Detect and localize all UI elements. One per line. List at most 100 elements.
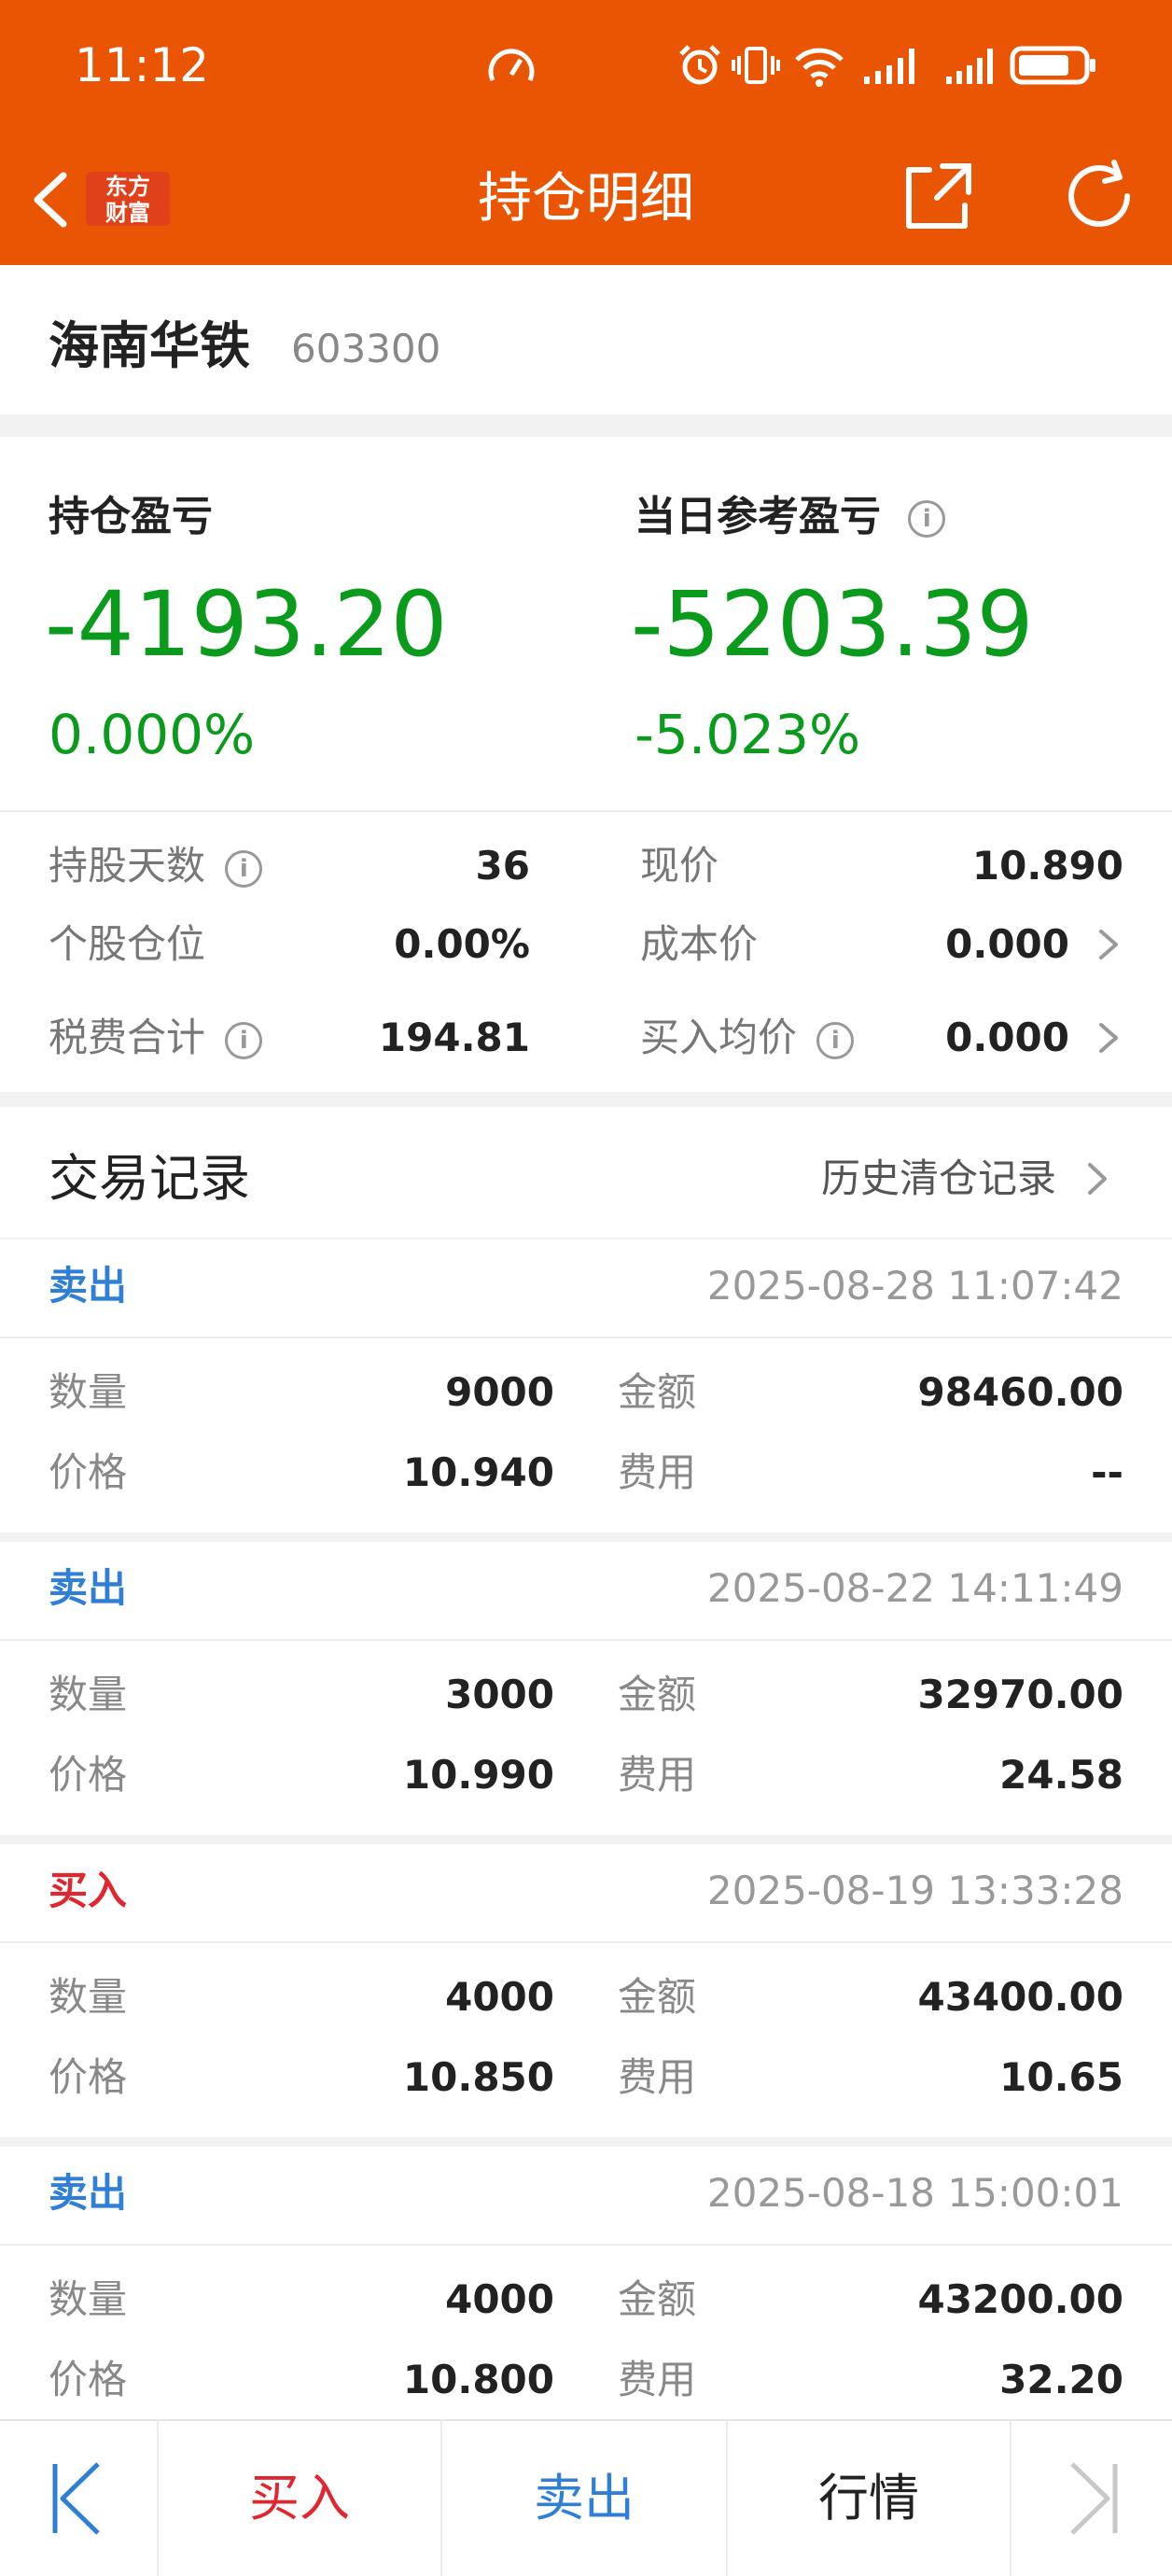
trade-type: 卖出 (49, 1263, 128, 1309)
qty-value: 4000 (445, 2276, 554, 2322)
amount-value: 43400.00 (917, 1974, 1123, 2020)
position-pnl-value: -4193.20 (45, 572, 448, 677)
price-label: 价格 (49, 1449, 128, 1495)
avg-buy-price-label[interactable]: 买入均价 i (640, 1010, 855, 1066)
divider (0, 1639, 1172, 1641)
amount-label: 金额 (618, 1672, 697, 1717)
first-prev-icon (52, 2462, 100, 2535)
divider (0, 810, 1172, 812)
avg-buy-price-value[interactable]: 0.000 (945, 1010, 1069, 1066)
cost-price-value[interactable]: 0.000 (945, 917, 1069, 973)
history-link[interactable]: 历史清仓记录 (821, 1146, 1116, 1211)
qty-label: 数量 (49, 1369, 128, 1415)
amount-value: 32970.00 (917, 1672, 1123, 1717)
trade-time: 2025-08-18 15:00:01 (706, 2170, 1123, 2216)
amount-label: 金额 (618, 1974, 697, 2020)
info-icon[interactable]: i (908, 500, 946, 538)
trade-record[interactable]: 卖出 2025-08-28 11:07:42 数量 9000 金额 98460.00 价格 1… (0, 1239, 1172, 1533)
avg-buy-price-label-text: 买入均价 (640, 1015, 798, 1060)
nav-bar: 东方 财富 持仓明细 (0, 131, 1172, 265)
share-icon[interactable] (896, 155, 980, 239)
trade-record[interactable]: 买入 2025-08-19 13:33:28 数量 4000 金额 43400.00 价格 1… (0, 1844, 1172, 2137)
amount-value: 98460.00 (917, 1369, 1123, 1415)
info-icon[interactable]: i (816, 1021, 855, 1059)
info-icon[interactable]: i (225, 849, 263, 888)
qty-label: 数量 (49, 1672, 128, 1717)
cost-price-label[interactable]: 成本价 (640, 917, 758, 973)
fees-total-label-text: 税费合计 (49, 1015, 206, 1060)
trade-time: 2025-08-28 11:07:42 (706, 1263, 1123, 1309)
chevron-right-icon[interactable] (1090, 917, 1127, 973)
records-title: 交易记录 (49, 1149, 250, 1208)
position-ratio-value: 0.00% (394, 921, 530, 967)
trade-record[interactable]: 卖出 2025-08-22 14:11:49 数量 3000 金额 32970.00 价格 1… (0, 1542, 1172, 1835)
chevron-right-icon[interactable] (1090, 1010, 1127, 1066)
qty-label: 数量 (49, 1974, 128, 2020)
speed-icon (488, 49, 535, 82)
pnl-section: 持仓盈亏 当日参考盈亏 i -4193.20 -5203.39 0.000% -… (0, 437, 1172, 1092)
trade-time: 2025-08-19 13:33:28 (706, 1868, 1123, 1913)
daily-pnl-label: 当日参考盈亏 i (635, 489, 946, 545)
price-value: 10.800 (402, 2357, 554, 2402)
fee-value: 32.20 (999, 2357, 1123, 2402)
fees-total-value: 194.81 (378, 1015, 530, 1060)
trade-type: 买入 (49, 1868, 128, 1913)
sell-button[interactable]: 卖出 (442, 2421, 726, 2576)
bottom-bar: 买入 卖出 行情 (0, 2419, 1172, 2576)
buy-button[interactable]: 买入 (159, 2421, 440, 2576)
signal-icon-2 (946, 49, 993, 84)
stock-header: 海南华铁 603300 (0, 265, 1172, 414)
price-value: 10.990 (402, 1752, 554, 1798)
price-value: 10.940 (402, 1449, 554, 1495)
qty-value: 4000 (445, 1974, 554, 2020)
daily-pnl-pct: -5.023% (635, 703, 861, 766)
trade-type: 卖出 (49, 2170, 128, 2216)
next-last-icon (1070, 2462, 1118, 2535)
divider (0, 1337, 1172, 1338)
page-title: 持仓明细 (477, 166, 694, 230)
amount-label: 金额 (618, 1369, 697, 1415)
divider (0, 2244, 1172, 2246)
qty-value: 9000 (445, 1369, 554, 1415)
info-icon[interactable]: i (225, 1021, 263, 1059)
fee-label: 费用 (618, 2054, 697, 2100)
hold-days-label-text: 持股天数 (49, 843, 206, 889)
amount-label: 金额 (618, 2276, 697, 2322)
history-link-label: 历史清仓记录 (820, 1155, 1056, 1201)
stock-name: 海南华铁 (49, 316, 250, 375)
qty-value: 3000 (445, 1672, 554, 1717)
fees-total-label: 税费合计 i (49, 1010, 263, 1066)
records-header: 交易记录 历史清仓记录 (0, 1107, 1172, 1238)
vibrate-icon (732, 47, 780, 84)
price-label: 价格 (49, 2357, 128, 2402)
market-button[interactable]: 行情 (728, 2421, 1010, 2576)
prev-stock-button[interactable] (0, 2421, 157, 2576)
status-bar: 11:12 (0, 0, 1172, 131)
trade-type: 卖出 (49, 1565, 128, 1611)
price-value: 10.850 (402, 2054, 554, 2100)
trade-record[interactable]: 卖出 2025-08-18 15:00:01 数量 4000 金额 43200.00 价格 1… (0, 2147, 1172, 2419)
fee-value: 24.58 (999, 1752, 1123, 1798)
divider (0, 1941, 1172, 1943)
signal-icon (864, 49, 914, 84)
stock-code: 603300 (291, 326, 441, 371)
alarm-icon (679, 45, 720, 85)
daily-pnl-label-text: 当日参考盈亏 (635, 493, 881, 540)
status-time: 11:12 (75, 38, 210, 92)
wifi-icon (795, 48, 844, 87)
qty-label: 数量 (49, 2276, 128, 2322)
app-header: 11:12 东方 财富 持仓明细 (0, 0, 1172, 265)
fee-label: 费用 (618, 1449, 697, 1495)
price-label: 价格 (49, 2054, 128, 2100)
battery-icon (1010, 46, 1095, 85)
next-stock-button[interactable] (1012, 2421, 1172, 2576)
refresh-icon[interactable] (1058, 155, 1142, 239)
hold-days-label: 持股天数 i (49, 838, 263, 894)
current-price-value: 10.890 (971, 843, 1123, 889)
hold-days-value: 36 (475, 843, 530, 889)
price-label: 价格 (49, 1752, 128, 1798)
fee-label: 费用 (618, 1752, 697, 1798)
daily-pnl-value: -5203.39 (631, 572, 1034, 677)
trade-time: 2025-08-22 14:11:49 (706, 1565, 1123, 1611)
fee-label: 费用 (618, 2357, 697, 2402)
